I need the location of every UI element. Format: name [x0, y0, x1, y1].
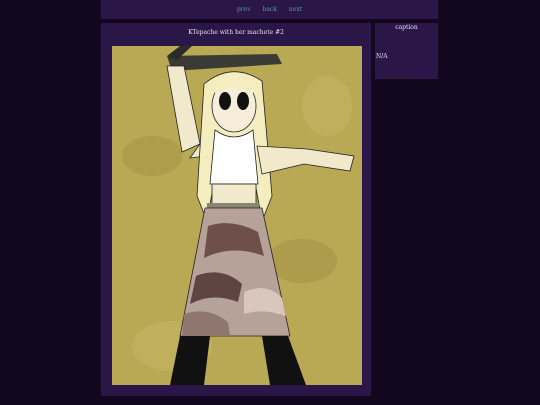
- artwork-title: KTepache with her machete #2: [188, 29, 284, 36]
- back-link[interactable]: back: [263, 6, 277, 13]
- caption-text: N/A: [376, 53, 388, 60]
- top-navigation: prev back next: [101, 0, 438, 19]
- caption-panel: caption N/A: [375, 23, 438, 79]
- artwork-image: [112, 46, 362, 385]
- prev-link[interactable]: prev: [237, 6, 251, 13]
- artwork-panel: KTepache with her machete #2: [101, 23, 371, 396]
- next-link[interactable]: next: [289, 6, 302, 13]
- caption-heading: caption: [395, 24, 418, 31]
